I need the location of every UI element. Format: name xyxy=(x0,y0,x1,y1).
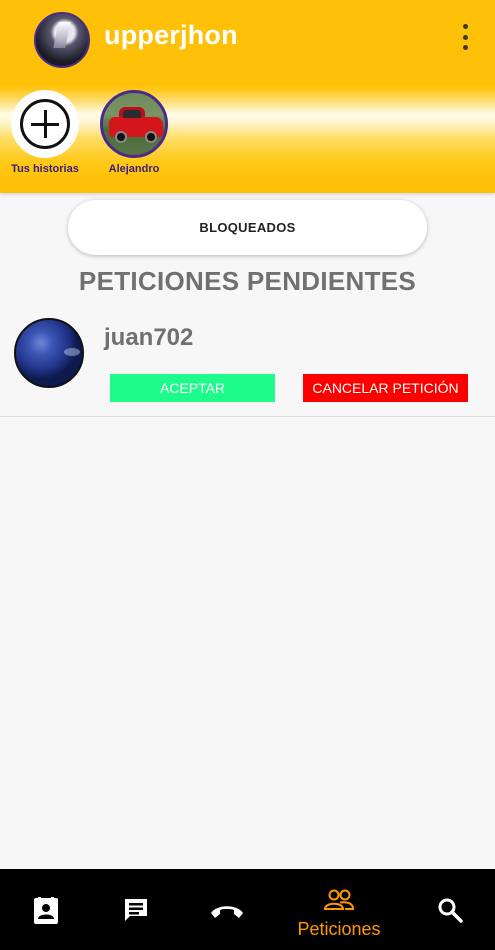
request-row: juan702 ACEPTAR CANCELAR PETICIÓN xyxy=(0,308,495,417)
accept-button[interactable]: ACEPTAR xyxy=(110,374,275,402)
nav-contacts[interactable] xyxy=(0,869,90,950)
request-username: juan702 xyxy=(104,324,194,351)
search-icon xyxy=(438,898,463,923)
chat-icon xyxy=(125,899,147,921)
more-options-icon[interactable] xyxy=(456,24,474,50)
plus-circle-icon xyxy=(20,99,70,149)
profile-username: upperjhon xyxy=(104,20,238,50)
bottom-navigation: Peticiones xyxy=(0,869,495,950)
contact-icon xyxy=(34,897,58,924)
nav-requests-label: Peticiones xyxy=(297,919,381,939)
story-label: Alejandro xyxy=(108,163,160,175)
story-alejandro[interactable]: Alejandro xyxy=(89,90,179,175)
story-avatar xyxy=(100,90,168,158)
people-icon xyxy=(323,889,355,910)
phone-icon xyxy=(211,906,243,918)
profile-avatar[interactable] xyxy=(34,12,90,68)
story-label: Tus historias xyxy=(11,163,79,175)
nav-calls[interactable] xyxy=(180,869,275,950)
nav-search[interactable] xyxy=(405,869,495,950)
story-add-own[interactable]: Tus historias xyxy=(0,90,90,175)
avatar[interactable] xyxy=(14,318,84,388)
blocked-users-button[interactable]: BLOQUEADOS xyxy=(68,200,427,255)
app-header: upperjhon Tus historias Alejandro xyxy=(0,0,495,193)
add-story-circle xyxy=(11,90,79,158)
nav-chats[interactable] xyxy=(90,869,180,950)
avatar-image xyxy=(53,22,71,48)
cancel-request-button[interactable]: CANCELAR PETICIÓN xyxy=(303,374,468,402)
section-title: PETICIONES PENDIENTES xyxy=(78,266,417,296)
nav-requests[interactable]: Peticiones xyxy=(285,869,393,950)
